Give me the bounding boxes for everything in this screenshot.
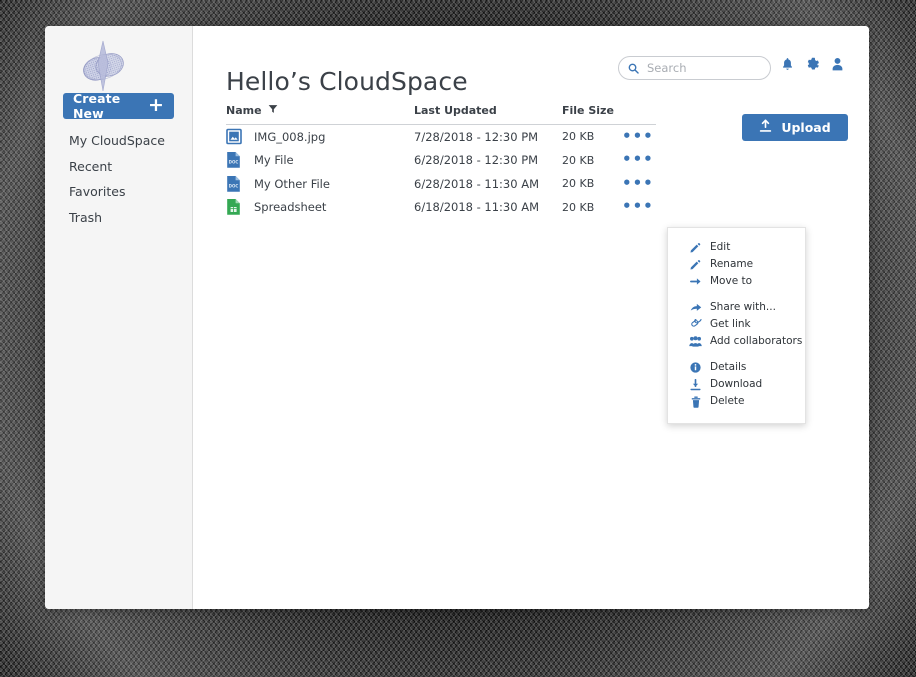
context-menu-group-edit: Edit Rename Move to [668, 239, 805, 290]
search-box[interactable] [618, 56, 771, 80]
create-new-label: Create New [73, 91, 121, 121]
cloudspace-logo [74, 40, 132, 94]
table-row[interactable]: IMG_008.jpg 7/28/2018 - 12:30 PM 20 KB •… [226, 125, 656, 149]
file-size-cell: 20 KB [562, 153, 595, 167]
row-overflow-menu-button[interactable]: ••• [622, 127, 654, 145]
context-menu-item-edit[interactable]: Edit [668, 239, 805, 256]
column-header-name-label: Name [226, 104, 262, 117]
context-menu-group-share: Share with... Get link Add collaborators [668, 299, 805, 350]
row-overflow-menu-button[interactable]: ••• [622, 197, 654, 215]
context-menu-item-rename[interactable]: Rename [668, 256, 805, 273]
file-updated-cell: 6/28/2018 - 11:30 AM [414, 176, 540, 191]
sheet-file-icon [226, 198, 242, 216]
context-menu-item-label: Rename [710, 258, 754, 270]
file-name-cell: IMG_008.jpg [226, 128, 414, 146]
plus-icon: + [147, 93, 164, 116]
column-header-last-updated[interactable]: Last Updated [414, 104, 562, 117]
context-menu-item-get-link[interactable]: Get link [668, 316, 805, 333]
file-name-label: My File [254, 153, 294, 168]
download-icon [689, 378, 702, 391]
upload-icon [759, 119, 772, 136]
search-icon [628, 59, 639, 78]
sidebar-item-recent[interactable]: Recent [69, 159, 189, 174]
column-header-file-size[interactable]: File Size [562, 104, 622, 117]
main-content: Hello’s CloudSpace Search Upload Name La… [193, 26, 869, 609]
context-menu-item-add-collaborators[interactable]: Add collaborators [668, 333, 805, 350]
context-menu-item-move-to[interactable]: Move to [668, 273, 805, 290]
app-window: Create New + My CloudSpace Recent Favori… [45, 26, 869, 609]
image-file-icon [226, 128, 242, 146]
link-chain-icon [689, 318, 702, 331]
sidebar-item-favorites[interactable]: Favorites [69, 185, 189, 199]
upload-label: Upload [781, 120, 831, 135]
arrow-right-icon [689, 275, 702, 288]
file-name-label: Spreadsheet [254, 200, 327, 215]
search-input[interactable] [645, 60, 761, 76]
filter-funnel-icon[interactable] [268, 104, 278, 117]
svg-text:DOC: DOC [229, 160, 239, 165]
file-size-cell: 20 KB [562, 200, 595, 214]
file-size-cell: 20 KB [562, 130, 595, 144]
context-menu-item-details[interactable]: Details [668, 359, 805, 376]
column-header-name[interactable]: Name [226, 104, 414, 117]
sidebar-nav: My CloudSpace Recent Favorites Trash [69, 134, 189, 236]
sidebar-item-trash[interactable]: Trash [69, 210, 189, 225]
context-menu-item-label: Share with... [710, 301, 776, 313]
context-menu-divider [668, 350, 805, 359]
trash-icon [689, 395, 702, 408]
sidebar: Create New + My CloudSpace Recent Favori… [45, 26, 193, 609]
sidebar-item-my-cloudspace[interactable]: My CloudSpace [69, 134, 189, 148]
user-account-icon[interactable] [831, 57, 844, 72]
context-menu-item-label: Download [710, 378, 763, 390]
pencil-icon [689, 258, 702, 271]
share-arrow-icon [689, 301, 702, 314]
people-group-icon [689, 335, 702, 348]
doc-file-icon: DOC [226, 151, 242, 169]
upload-button[interactable]: Upload [742, 114, 848, 141]
file-table: Name Last Updated File Size IMG_008.jpg … [226, 104, 656, 219]
file-name-label: My Other File [254, 176, 330, 191]
table-row[interactable]: DOC My Other File 6/28/2018 - 11:30 AM 2… [226, 172, 656, 196]
table-row[interactable]: DOC My File 6/28/2018 - 12:30 PM 20 KB •… [226, 149, 656, 173]
row-overflow-menu-button[interactable]: ••• [622, 150, 654, 168]
file-name-cell: DOC My File [226, 151, 414, 169]
context-menu-item-label: Move to [710, 275, 753, 287]
context-menu-item-label: Delete [710, 395, 745, 407]
context-menu-group-file: Details Download Delete [668, 359, 805, 410]
table-row[interactable]: Spreadsheet 6/18/2018 - 11:30 AM 20 KB •… [226, 196, 656, 220]
pencil-icon [689, 241, 702, 254]
file-updated-cell: 7/28/2018 - 12:30 PM [414, 129, 539, 144]
page-title: Hello’s CloudSpace [226, 67, 468, 96]
context-menu-item-label: Get link [710, 318, 751, 330]
doc-file-icon: DOC [226, 175, 242, 193]
context-menu-item-delete[interactable]: Delete [668, 393, 805, 410]
info-circle-icon [689, 361, 702, 374]
file-size-cell: 20 KB [562, 177, 595, 191]
file-name-cell: Spreadsheet [226, 198, 414, 216]
file-name-label: IMG_008.jpg [254, 129, 326, 144]
create-new-button[interactable]: Create New + [63, 91, 174, 121]
notifications-bell-icon[interactable] [781, 57, 794, 72]
context-menu-item-label: Details [710, 361, 747, 373]
context-menu-item-label: Add collaborators [710, 335, 803, 347]
context-menu-item-download[interactable]: Download [668, 376, 805, 393]
file-updated-cell: 6/28/2018 - 12:30 PM [414, 153, 539, 168]
context-menu-item-label: Edit [710, 241, 731, 253]
context-menu-item-share-with[interactable]: Share with... [668, 299, 805, 316]
header-icon-group [781, 57, 844, 72]
svg-text:DOC: DOC [229, 183, 239, 188]
table-header-row: Name Last Updated File Size [226, 104, 656, 125]
file-context-menu: Edit Rename Move to Share with... Get li… [667, 227, 806, 424]
context-menu-divider [668, 290, 805, 299]
settings-gear-icon[interactable] [805, 57, 820, 72]
file-updated-cell: 6/18/2018 - 11:30 AM [414, 200, 540, 215]
row-overflow-menu-button[interactable]: ••• [622, 174, 654, 192]
file-name-cell: DOC My Other File [226, 175, 414, 193]
